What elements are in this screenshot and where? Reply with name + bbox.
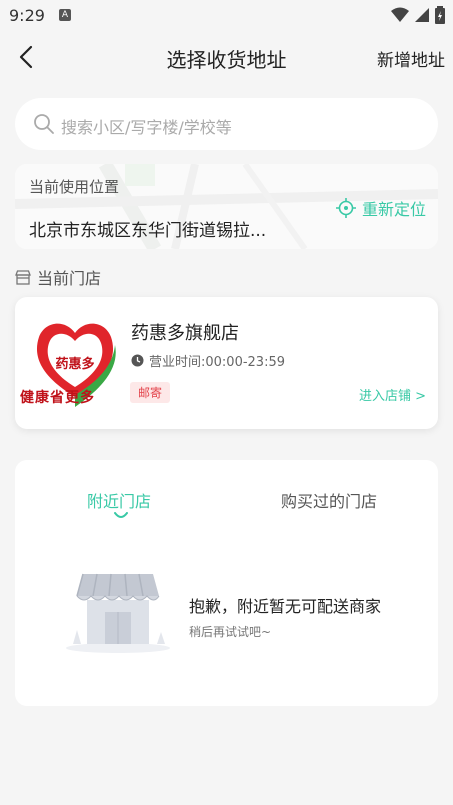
store-hours-text: 营业时间:00:00-23:59: [149, 355, 285, 370]
clock-icon: [131, 354, 144, 367]
relocate-button[interactable]: 重新定位: [335, 196, 426, 220]
logo-slogan: 健康省更多: [20, 390, 95, 406]
empty-store-illustration: [66, 573, 170, 653]
current-store-label: 当前门店: [37, 269, 102, 288]
add-address-button[interactable]: 新增地址: [377, 46, 445, 71]
location-label: 当前使用位置: [29, 178, 120, 196]
current-store-heading: 当前门店: [15, 265, 101, 289]
current-location-card: 当前使用位置 北京市东城区东华门街道锡拉... 重新定位: [15, 164, 438, 249]
store-tag: 邮寄: [130, 382, 171, 403]
status-icons: [391, 6, 445, 24]
enter-store-link[interactable]: 进入店铺 >: [359, 385, 426, 404]
search-input[interactable]: 搜索小区/写字楼/学校等: [15, 98, 438, 150]
stores-tabs-card: 附近门店 购买过的门店 抱歉，附近暂无可配送商家 稍后再试试吧~: [15, 460, 438, 706]
wifi-icon: [391, 7, 409, 22]
empty-state-title: 抱歉，附近暂无可配送商家: [189, 597, 382, 616]
store-icon: [15, 269, 31, 285]
logo-text: 药惠多: [55, 356, 94, 372]
search-icon: [34, 114, 54, 134]
store-name: 药惠多旗舰店: [131, 323, 239, 344]
empty-state-subtitle: 稍后再试试吧~: [189, 625, 272, 639]
battery-icon: [435, 6, 445, 24]
app-notification-icon: A: [59, 9, 71, 21]
location-address: 北京市东城区东华门街道锡拉...: [29, 221, 267, 241]
signal-icon: [415, 8, 429, 22]
tab-purchased-stores[interactable]: 购买过的门店: [281, 488, 377, 512]
locate-icon: [335, 198, 356, 218]
relocate-label: 重新定位: [361, 200, 426, 219]
tab-active-indicator: [114, 512, 128, 518]
nav-bar: 选择收货地址 新增地址: [0, 32, 453, 82]
search-placeholder: 搜索小区/写字楼/学校等: [61, 118, 232, 137]
store-card[interactable]: 药惠多 健康省更多 药惠多旗舰店 营业时间:00:00-23:59 邮寄 进入店…: [15, 297, 438, 429]
status-time: 9:29: [9, 6, 45, 25]
status-bar: 9:29 A: [0, 0, 453, 32]
tab-nearby-stores[interactable]: 附近门店: [87, 488, 151, 512]
store-hours: 营业时间:00:00-23:59: [131, 351, 285, 370]
